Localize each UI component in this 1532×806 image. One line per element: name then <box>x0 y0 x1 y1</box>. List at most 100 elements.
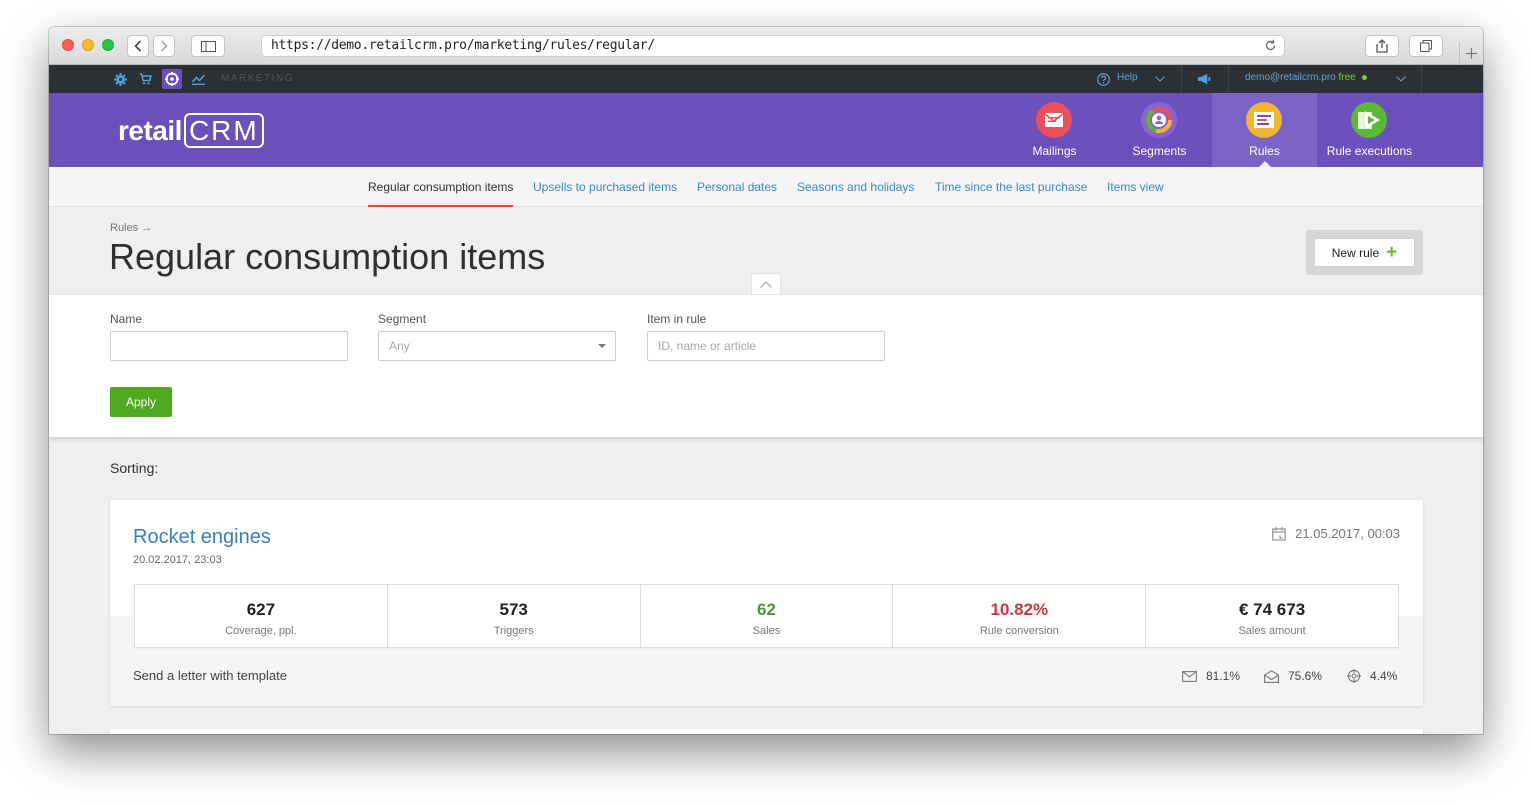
sidebar-icon <box>200 40 216 52</box>
rule-created-date: 20.02.2017, 23:03 <box>133 554 222 566</box>
cart-icon[interactable] <box>138 72 152 86</box>
name-filter-input[interactable] <box>110 331 348 361</box>
name-filter-label: Name <box>110 312 143 326</box>
user-account-menu[interactable]: demo@retailcrm.pro free <box>1245 72 1367 83</box>
close-window-button[interactable] <box>62 39 74 51</box>
share-icon <box>1376 39 1388 53</box>
user-email: demo@retailcrm.pro <box>1245 72 1336 83</box>
app-header: retail CRM Mailings Segments Rules Rule e… <box>49 93 1483 167</box>
sorting-label: Sorting: <box>110 460 159 476</box>
stat-triggers: 573 Triggers <box>388 585 641 647</box>
browser-window: https://demo.retailcrm.pro/marketing/rul… <box>49 27 1483 734</box>
stat-sales-amount: € 74 673 Sales amount <box>1146 585 1398 647</box>
mailings-icon <box>1036 102 1072 138</box>
stat-coverage: 627 Coverage, ppl. <box>135 585 388 647</box>
apply-button[interactable]: Apply <box>110 387 172 417</box>
retailcrm-logo[interactable]: retail CRM <box>118 113 264 148</box>
stat-value: 573 <box>499 600 528 619</box>
stat-value: 627 <box>246 600 276 619</box>
chevron-down-icon[interactable] <box>1394 72 1408 86</box>
stat-label: Coverage, ppl. <box>225 625 297 637</box>
nav-rules[interactable]: Rules <box>1212 93 1317 167</box>
tab-upsells-to-purchased-items[interactable]: Upsells to purchased items <box>533 180 677 194</box>
plus-icon: + <box>1386 241 1398 263</box>
share-button[interactable] <box>1365 35 1399 57</box>
rule-title-link[interactable]: Rocket engines <box>133 526 271 549</box>
help-link[interactable]: Help <box>1117 72 1138 83</box>
stat-rule-conversion: 10.82% Rule conversion <box>893 585 1147 647</box>
forward-button[interactable] <box>153 35 175 57</box>
minimize-window-button[interactable] <box>82 39 94 51</box>
opened-metric: 75.6% <box>1264 669 1322 683</box>
chevron-up-icon <box>760 281 772 288</box>
tab-time-since-last-purchase[interactable]: Time since the last purchase <box>935 180 1087 194</box>
url-text: https://demo.retailcrm.pro/marketing/rul… <box>271 38 655 53</box>
new-rule-button[interactable]: New rule + <box>1314 238 1415 267</box>
nav-segments[interactable]: Segments <box>1107 93 1212 167</box>
stat-label: Triggers <box>493 625 534 637</box>
stat-label: Rule conversion <box>979 625 1059 637</box>
settings-icon[interactable] <box>113 72 127 86</box>
nav-rule-executions[interactable]: Rule executions <box>1317 93 1422 167</box>
stat-value: 10.82% <box>990 600 1049 619</box>
envelope-icon <box>1182 670 1197 682</box>
nav-label: Rule executions <box>1326 144 1413 158</box>
topbar-divider <box>1181 65 1182 93</box>
rule-card: Rocket engines 20.02.2017, 23:03 21.05.2… <box>110 500 1423 706</box>
target-icon <box>1347 669 1361 683</box>
help-icon[interactable] <box>1096 72 1110 86</box>
nav-mailings[interactable]: Mailings <box>1002 93 1107 167</box>
nav-label: Rules <box>1249 144 1280 158</box>
topbar-divider <box>1421 65 1422 93</box>
item-filter-label: Item in rule <box>647 312 707 326</box>
active-tab-indicator <box>368 205 513 207</box>
current-section-label: MARKETING <box>221 73 294 84</box>
filter-panel: Name Segment Any Item in rule ID, name o… <box>49 294 1483 437</box>
new-tab-button[interactable] <box>1459 42 1483 65</box>
marketing-icon <box>165 72 179 86</box>
app-topbar: MARKETING Help demo@retailcrm.pro free <box>49 65 1483 93</box>
chevron-down-icon[interactable] <box>1153 72 1167 86</box>
stat-label: Sales <box>752 625 781 637</box>
rules-icon <box>1246 102 1282 138</box>
item-filter-input[interactable]: ID, name or article <box>647 331 885 361</box>
stat-sales: 62 Sales <box>641 585 894 647</box>
sidebar-toggle-button[interactable] <box>191 35 225 57</box>
rule-stats: 627 Coverage, ppl. 573 Triggers 62 Sales… <box>134 584 1399 648</box>
rule-action: Send a letter with template <box>133 668 287 683</box>
segments-icon <box>1141 102 1177 138</box>
topbar-divider <box>1228 65 1229 93</box>
new-rule-label: New rule <box>1331 245 1380 260</box>
collapse-filters-button[interactable] <box>751 273 781 295</box>
rule-executions-icon <box>1351 102 1387 138</box>
segment-filter-select[interactable]: Any <box>378 331 616 361</box>
tab-personal-dates[interactable]: Personal dates <box>697 180 777 194</box>
nav-label: Mailings <box>1032 144 1077 158</box>
url-field[interactable]: https://demo.retailcrm.pro/marketing/rul… <box>261 35 1285 57</box>
tab-items-view[interactable]: Items view <box>1107 180 1164 194</box>
stat-value: € 74 673 <box>1238 600 1306 619</box>
clicked-metric: 4.4% <box>1347 669 1397 683</box>
segment-filter-label: Segment <box>378 312 427 326</box>
dropdown-arrow-icon <box>598 344 606 348</box>
reload-icon[interactable] <box>1264 39 1277 59</box>
chevron-left-icon <box>134 40 142 52</box>
back-button[interactable] <box>127 35 149 57</box>
megaphone-icon[interactable] <box>1197 72 1211 86</box>
chevron-right-icon <box>160 40 168 52</box>
zoom-window-button[interactable] <box>102 39 114 51</box>
stat-value: 62 <box>757 600 776 619</box>
rule-card <box>110 729 1423 734</box>
tabs-overview-button[interactable] <box>1409 35 1443 57</box>
segment-selected-value: Any <box>389 339 410 353</box>
tab-seasons-and-holidays[interactable]: Seasons and holidays <box>797 180 914 194</box>
page-title: Regular consumption items <box>109 236 546 277</box>
open-envelope-icon <box>1264 669 1279 683</box>
stat-label: Sales amount <box>1238 625 1306 637</box>
browser-toolbar: https://demo.retailcrm.pro/marketing/rul… <box>49 27 1483 65</box>
breadcrumb[interactable]: Rules → <box>110 222 152 234</box>
delivered-metric: 81.1% <box>1182 669 1240 683</box>
rules-subnav: Regular consumption items Upsells to pur… <box>49 167 1483 207</box>
tab-regular-consumption-items[interactable]: Regular consumption items <box>368 180 513 194</box>
analytics-icon[interactable] <box>191 72 205 86</box>
